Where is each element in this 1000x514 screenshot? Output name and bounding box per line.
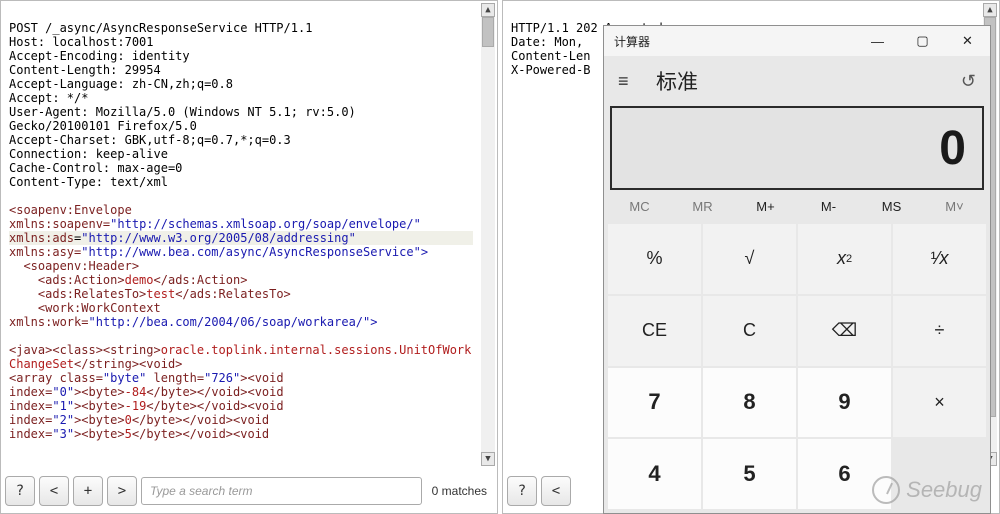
key-ce[interactable]: CE	[608, 296, 701, 366]
resp-line: Content-Len	[511, 49, 590, 63]
ns-work: http://bea.com/2004/06/soap/workarea/	[96, 315, 363, 329]
scroll-down-icon[interactable]: ▼	[481, 452, 495, 466]
resp-line: Date: Mon,	[511, 35, 583, 49]
minimize-button[interactable]: —	[855, 26, 900, 56]
mem-mlist[interactable]: M˅	[923, 199, 986, 214]
add-button[interactable]: +	[73, 476, 103, 506]
key-percent[interactable]: %	[608, 224, 701, 294]
mem-mminus[interactable]: M-	[797, 199, 860, 214]
mem-ms[interactable]: MS	[860, 199, 923, 214]
calc-title: 计算器	[614, 33, 855, 50]
resp-line: X-Powered-B	[511, 63, 590, 77]
key-square[interactable]: x2	[798, 224, 891, 294]
hdr-line: Gecko/20100101 Firefox/5.0	[9, 119, 197, 133]
scroll-up-icon[interactable]: ▲	[983, 3, 997, 17]
hamburger-icon[interactable]: ≡	[618, 71, 640, 92]
scroll-up-icon[interactable]: ▲	[481, 3, 495, 17]
search-input[interactable]	[141, 477, 422, 505]
request-scrollbar[interactable]: ▲ ▼	[481, 3, 495, 466]
scroll-thumb[interactable]	[482, 17, 494, 47]
key-6[interactable]: 6	[798, 439, 891, 509]
calc-memory-row: MC MR M+ M- MS M˅	[604, 190, 990, 222]
next-button[interactable]: >	[107, 476, 137, 506]
prev-button[interactable]: <	[39, 476, 69, 506]
hdr-line: Accept-Charset: GBK,utf-8;q=0.7,*;q=0.3	[9, 133, 291, 147]
calc-titlebar[interactable]: 计算器 — ▢ ✕	[604, 26, 990, 56]
help-button[interactable]: ?	[5, 476, 35, 506]
hdr-line: Accept: */*	[9, 91, 88, 105]
hdr-line: Cache-Control: max-age=0	[9, 161, 182, 175]
request-searchbar: ? < + > 0 matches	[5, 473, 493, 509]
match-count: 0 matches	[426, 484, 493, 498]
hdr-line: Content-Length: 29954	[9, 63, 161, 77]
action-text: demo	[125, 273, 154, 287]
key-multiply[interactable]: ×	[893, 368, 986, 438]
history-icon[interactable]: ↺	[961, 71, 976, 92]
hdr-line: Accept-Language: zh-CN,zh;q=0.8	[9, 77, 233, 91]
mem-mc[interactable]: MC	[608, 199, 671, 214]
hdr-line: User-Agent: Mozilla/5.0 (Windows NT 5.1;…	[9, 105, 356, 119]
mem-mplus[interactable]: M+	[734, 199, 797, 214]
help-button[interactable]: ?	[507, 476, 537, 506]
key-sqrt[interactable]: √	[703, 224, 796, 294]
hdr-line: Content-Type: text/xml	[9, 175, 168, 189]
request-editor[interactable]: POST /_async/AsyncResponseService HTTP/1…	[3, 3, 479, 466]
calc-keypad: % √ x2 ¹⁄x CE C ⌫ ÷ 7 8 9 × 4 5 6	[604, 222, 990, 513]
calc-mode-label: 标准	[656, 66, 961, 96]
calc-display: 0	[610, 106, 984, 190]
key-8[interactable]: 8	[703, 368, 796, 438]
mem-mr[interactable]: MR	[671, 199, 734, 214]
key-7[interactable]: 7	[608, 368, 701, 438]
relates-text: test	[146, 287, 175, 301]
key-c[interactable]: C	[703, 296, 796, 366]
prev-button[interactable]: <	[541, 476, 571, 506]
hdr-line: Host: localhost:7001	[9, 35, 154, 49]
ns-asy: http://www.bea.com/async/AsyncResponseSe…	[88, 245, 413, 259]
key-backspace[interactable]: ⌫	[798, 296, 891, 366]
key-5[interactable]: 5	[703, 439, 796, 509]
close-button[interactable]: ✕	[945, 26, 990, 56]
calc-modebar: ≡ 标准 ↺	[604, 56, 990, 106]
calculator-window: 计算器 — ▢ ✕ ≡ 标准 ↺ 0 MC MR M+ M- MS M˅ % √…	[603, 25, 991, 514]
key-reciprocal[interactable]: ¹⁄x	[893, 224, 986, 294]
key-divide[interactable]: ÷	[893, 296, 986, 366]
request-pane: POST /_async/AsyncResponseService HTTP/1…	[0, 0, 498, 514]
hdr-line: Accept-Encoding: identity	[9, 49, 190, 63]
maximize-button[interactable]: ▢	[900, 26, 945, 56]
key-4[interactable]: 4	[608, 439, 701, 509]
hdr-line: POST /_async/AsyncResponseService HTTP/1…	[9, 21, 312, 35]
ns-soapenv: http://schemas.xmlsoap.org/soap/envelope…	[117, 217, 413, 231]
key-9[interactable]: 9	[798, 368, 891, 438]
hdr-line: Connection: keep-alive	[9, 147, 168, 161]
ns-ads: http://www.w3.org/2005/08/addressing	[89, 231, 349, 245]
